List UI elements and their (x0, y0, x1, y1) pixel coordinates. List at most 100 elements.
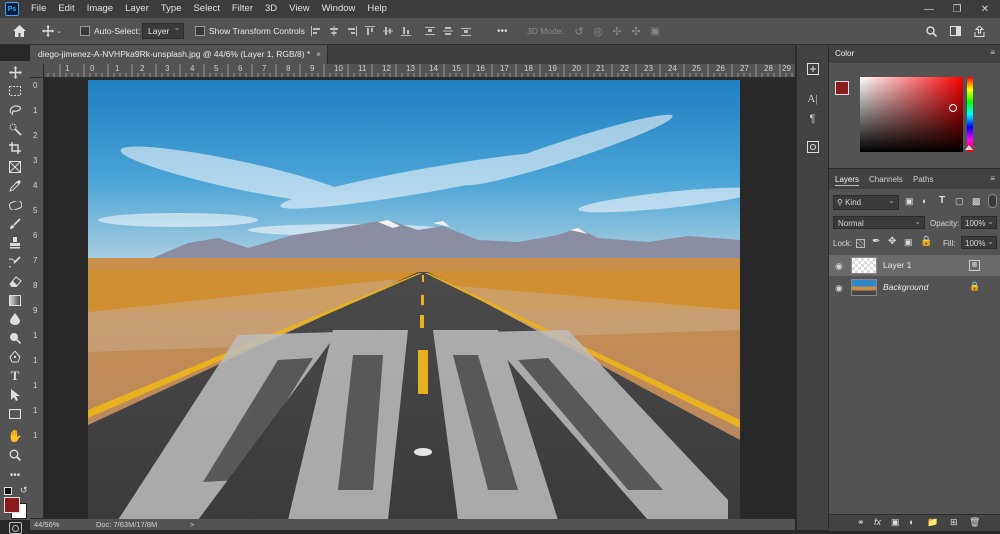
menu-type[interactable]: Type (155, 0, 188, 18)
lock-artboard-icon[interactable]: ▣ (904, 237, 913, 248)
workspace-icon[interactable] (948, 23, 962, 39)
menu-edit[interactable]: Edit (52, 0, 80, 18)
menu-file[interactable]: File (25, 0, 52, 18)
hue-slider-handle[interactable] (965, 145, 973, 150)
lock-position-icon[interactable]: ✥ (888, 236, 896, 247)
layers-tab[interactable]: Layers (835, 175, 860, 186)
layer-name[interactable]: Background (883, 282, 928, 292)
menu-3d[interactable]: 3D (259, 0, 283, 18)
history-panel-icon[interactable] (805, 61, 820, 76)
document-canvas-image[interactable] (88, 80, 740, 520)
adjustment-layer-filter-icon[interactable]: ◐ (922, 196, 927, 206)
close-window-button[interactable]: ✕ (972, 0, 998, 18)
color-panel-tab[interactable]: Color (835, 49, 854, 58)
show-transform-checkbox[interactable]: Show Transform Controls (195, 23, 305, 39)
history-brush-tool-icon[interactable] (7, 254, 23, 270)
document-tab[interactable]: diego-jimenez-A-NVHPka9Rk-unsplash.jpg @… (30, 45, 328, 64)
visibility-eye-icon[interactable]: ◉ (835, 283, 843, 294)
menu-select[interactable]: Select (187, 0, 225, 18)
lock-all-icon[interactable]: 🔒 (920, 236, 932, 247)
auto-select-checkbox[interactable]: Auto-Select: (80, 23, 140, 39)
paths-tab[interactable]: Paths (913, 175, 933, 184)
quick-selection-tool-icon[interactable] (7, 121, 23, 137)
rectangle-tool-icon[interactable] (7, 406, 23, 422)
foreground-color-swatch[interactable] (4, 497, 20, 513)
foreground-color-chip[interactable] (835, 81, 849, 95)
distribute-middle-icon[interactable] (442, 23, 454, 39)
opacity-input[interactable]: 100% ⌄ (961, 216, 997, 229)
distribute-bottom-icon[interactable] (460, 23, 472, 39)
delete-layer-icon[interactable]: 🗑 (969, 517, 980, 528)
swap-colors-icon[interactable]: ↺ (20, 485, 28, 496)
zoom-level[interactable]: 44/56% (34, 520, 59, 529)
blend-mode-dropdown[interactable]: Normal ⌄ (833, 216, 925, 229)
character-panel-icon[interactable]: A| (805, 91, 820, 106)
eraser-tool-icon[interactable] (7, 273, 23, 289)
healing-brush-tool-icon[interactable] (7, 197, 23, 213)
new-group-icon[interactable]: 📁 (927, 517, 938, 528)
eyedropper-tool-icon[interactable] (7, 178, 23, 194)
hand-tool-icon[interactable]: ✋ (7, 428, 23, 444)
edit-toolbar-icon[interactable]: ••• (7, 467, 23, 483)
home-icon[interactable] (10, 23, 28, 39)
frame-tool-icon[interactable] (7, 159, 23, 175)
menu-image[interactable]: Image (81, 0, 119, 18)
type-layer-filter-icon[interactable]: T (939, 195, 945, 206)
status-menu-button[interactable]: > (190, 520, 194, 529)
ruler-origin[interactable] (30, 64, 44, 78)
layers-panel-menu-icon[interactable]: ≡ (990, 174, 995, 183)
default-colors-icon[interactable] (4, 487, 12, 495)
menu-filter[interactable]: Filter (226, 0, 259, 18)
paragraph-panel-icon[interactable]: ¶ (805, 111, 820, 126)
share-icon[interactable] (972, 23, 986, 39)
align-right-icon[interactable] (346, 23, 358, 39)
visibility-eye-icon[interactable]: ◉ (835, 261, 843, 272)
clone-stamp-tool-icon[interactable] (7, 235, 23, 251)
shape-layer-filter-icon[interactable]: ▢ (955, 196, 964, 207)
filter-toggle[interactable] (988, 194, 997, 208)
menu-layer[interactable]: Layer (119, 0, 155, 18)
add-mask-icon[interactable]: ▣ (891, 517, 900, 528)
restore-button[interactable]: ❐ (944, 0, 970, 18)
layer-name[interactable]: Layer 1 (883, 260, 911, 270)
layer-row-background[interactable]: ◉ Background 🔒 (829, 277, 1000, 298)
more-options-button[interactable]: ••• (497, 23, 508, 39)
zoom-tool-icon[interactable] (7, 447, 23, 463)
new-layer-icon[interactable]: ⊞ (950, 517, 958, 528)
search-icon[interactable] (924, 23, 938, 39)
gradient-tool-icon[interactable] (7, 292, 23, 308)
blur-tool-icon[interactable] (7, 311, 23, 327)
move-tool-icon[interactable] (7, 64, 23, 80)
color-panel-menu-icon[interactable]: ≡ (990, 48, 995, 57)
adjustment-layer-icon[interactable]: ◐ (909, 517, 914, 527)
menu-help[interactable]: Help (361, 0, 393, 18)
align-top-icon[interactable] (364, 23, 376, 39)
close-document-button[interactable]: × (316, 45, 321, 64)
minimize-button[interactable]: — (916, 0, 942, 18)
fill-input[interactable]: 100% ⌄ (961, 236, 997, 249)
pixel-layer-filter-icon[interactable]: ▣ (905, 196, 914, 207)
move-tool-preset-icon[interactable]: ⌄ (42, 23, 62, 39)
libraries-panel-icon[interactable] (805, 139, 820, 154)
align-middle-icon[interactable] (382, 23, 394, 39)
quick-mask-icon[interactable] (9, 522, 22, 534)
menu-view[interactable]: View (283, 0, 315, 18)
align-left-icon[interactable] (310, 23, 322, 39)
brush-tool-icon[interactable] (7, 216, 23, 232)
align-center-icon[interactable] (328, 23, 340, 39)
auto-select-dropdown[interactable]: Layer (142, 21, 185, 39)
link-layers-icon[interactable]: ⚭ (857, 517, 865, 528)
hue-slider[interactable] (967, 77, 973, 152)
lock-transparent-pixels-icon[interactable] (856, 239, 865, 248)
path-selection-tool-icon[interactable] (7, 387, 23, 403)
color-saturation-field[interactable] (860, 77, 963, 152)
menu-window[interactable]: Window (316, 0, 362, 18)
type-tool-icon[interactable]: T (7, 368, 23, 384)
crop-tool-icon[interactable] (7, 140, 23, 156)
align-bottom-icon[interactable] (400, 23, 412, 39)
layer-row-layer-1[interactable]: ◉ Layer 1 ▩ (829, 255, 1000, 276)
dodge-tool-icon[interactable] (7, 330, 23, 346)
layer-filter-dropdown[interactable]: ⚲ Kind ⌄ (833, 195, 899, 210)
layer-style-icon[interactable]: fx (874, 517, 881, 527)
lasso-tool-icon[interactable] (7, 102, 23, 118)
